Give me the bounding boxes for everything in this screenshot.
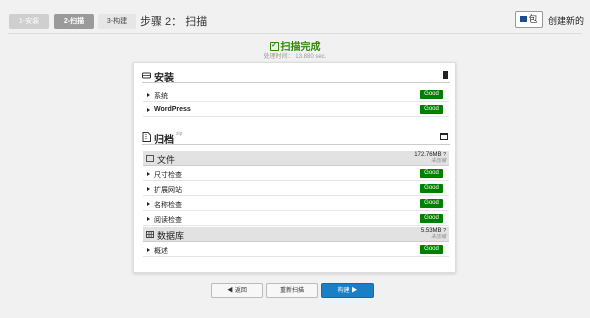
database-size-note: 未压缩: [430, 234, 446, 240]
database-group-label: 数据库: [157, 231, 185, 241]
top-bar: 1-安装 2-扫描 3-构建 步骤 2： 扫描 包 创建新的: [0, 0, 590, 42]
package-button[interactable]: 包: [515, 11, 543, 28]
archive-section-header[interactable]: 归档zip: [142, 129, 450, 146]
create-new-link[interactable]: 创建新的: [548, 14, 584, 27]
server-icon[interactable]: [443, 71, 448, 79]
package-icon: [520, 15, 528, 22]
files-size-note: 未压缩: [430, 158, 446, 164]
hard-drive-icon: [142, 72, 151, 79]
files-row-read-check[interactable]: 阅读检查 Good: [143, 212, 449, 226]
database-row-overview[interactable]: 概述 Good: [143, 243, 449, 257]
table-icon: [146, 231, 154, 238]
check-square-icon: ✓: [269, 41, 279, 51]
status-badge: Good: [420, 90, 443, 99]
scan-time: 处理时间： 13.880 sec.: [263, 54, 327, 60]
window-icon[interactable]: [440, 133, 448, 140]
caret-right-icon: [147, 108, 150, 112]
step-scan-active: 2-扫描: [54, 14, 94, 29]
rescan-button[interactable]: 重新扫描: [266, 283, 318, 298]
back-button[interactable]: ◀ 返回: [211, 283, 263, 298]
database-size: 5.53MB ? 未压缩: [420, 228, 446, 240]
scan-results-panel: 安装 系统 Good WordPress Good 归档zip 文件 172.7…: [133, 62, 456, 273]
install-row-system[interactable]: 系统 Good: [143, 88, 449, 102]
row-label: 系统: [154, 93, 168, 100]
status-badge: Good: [420, 169, 443, 178]
files-row-size-check[interactable]: 尺寸检查 Good: [143, 167, 449, 181]
status-badge: Good: [420, 105, 443, 114]
status-badge: Good: [420, 199, 443, 208]
caret-right-icon: [147, 187, 150, 191]
archive-section-title: 归档zip: [154, 131, 183, 146]
install-row-wordpress[interactable]: WordPress Good: [143, 103, 449, 117]
row-label: 尺寸检查: [154, 172, 182, 179]
database-group-header: 数据库 5.53MB ? 未压缩: [143, 227, 449, 242]
status-badge: Good: [420, 214, 443, 223]
install-section-title: 安装: [154, 73, 174, 84]
caret-right-icon: [147, 248, 150, 252]
caret-right-icon: [147, 217, 150, 221]
row-label: 阅读检查: [154, 217, 182, 224]
files-group-label: 文件: [157, 155, 176, 165]
caret-right-icon: [147, 93, 150, 97]
status-badge: Good: [420, 245, 443, 254]
caret-right-icon: [147, 202, 150, 206]
archive-format: zip: [176, 131, 183, 137]
step-title: 步骤 2： 扫描: [140, 16, 208, 28]
files-row-name-check[interactable]: 名称检查 Good: [143, 197, 449, 211]
package-button-label: 包: [528, 14, 538, 24]
row-label: 扩展网站: [154, 187, 182, 194]
files-row-extended-sites[interactable]: 扩展网站 Good: [143, 182, 449, 196]
status-badge: Good: [420, 184, 443, 193]
files-group-header: 文件 172.76MB ? 未压缩: [143, 151, 449, 166]
install-section-header[interactable]: 安装: [142, 67, 450, 84]
files-size: 172.76MB ? 未压缩: [414, 152, 446, 164]
row-label: WordPress: [154, 106, 191, 113]
row-label: 名称检查: [154, 202, 182, 209]
header-divider: [8, 33, 582, 34]
build-button[interactable]: 构建 ▶: [321, 283, 374, 298]
copy-icon: [146, 155, 154, 162]
step-build: 3-构建: [98, 14, 136, 29]
step-install: 1-安装: [9, 14, 49, 29]
file-archive-icon: [142, 132, 151, 142]
caret-right-icon: [147, 172, 150, 176]
row-label: 概述: [154, 248, 168, 255]
